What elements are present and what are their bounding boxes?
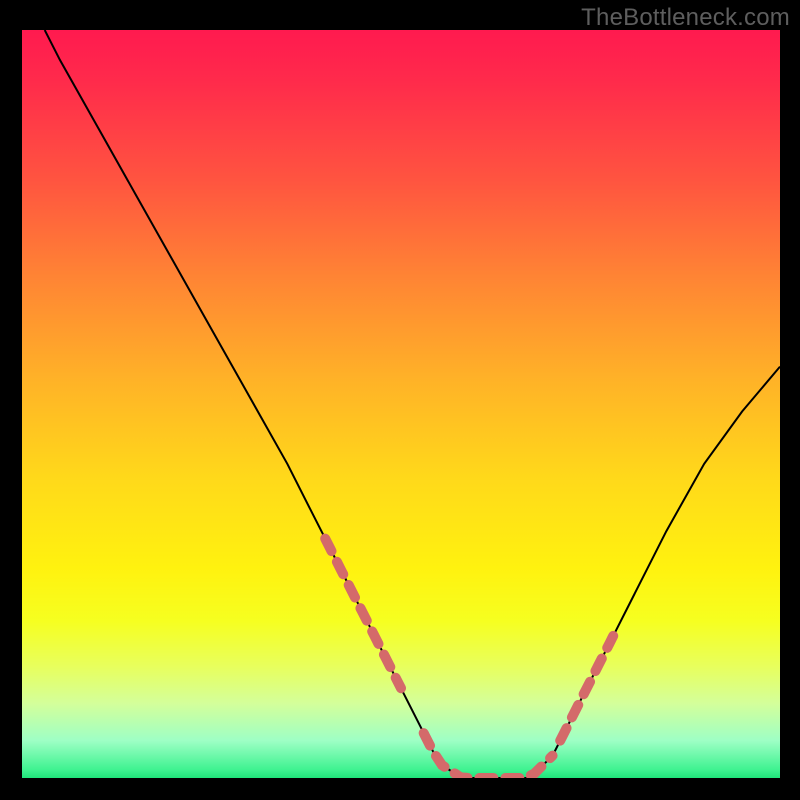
overlay-segment-right	[560, 636, 613, 741]
chart-container: TheBottleneck.com	[0, 0, 800, 800]
plot-area	[22, 30, 780, 778]
overlay-segment-left	[325, 539, 401, 689]
bottleneck-curve-path	[45, 30, 780, 778]
watermark-text: TheBottleneck.com	[581, 4, 790, 32]
curve-svg	[22, 30, 780, 778]
overlay-segment-middle	[424, 733, 553, 778]
